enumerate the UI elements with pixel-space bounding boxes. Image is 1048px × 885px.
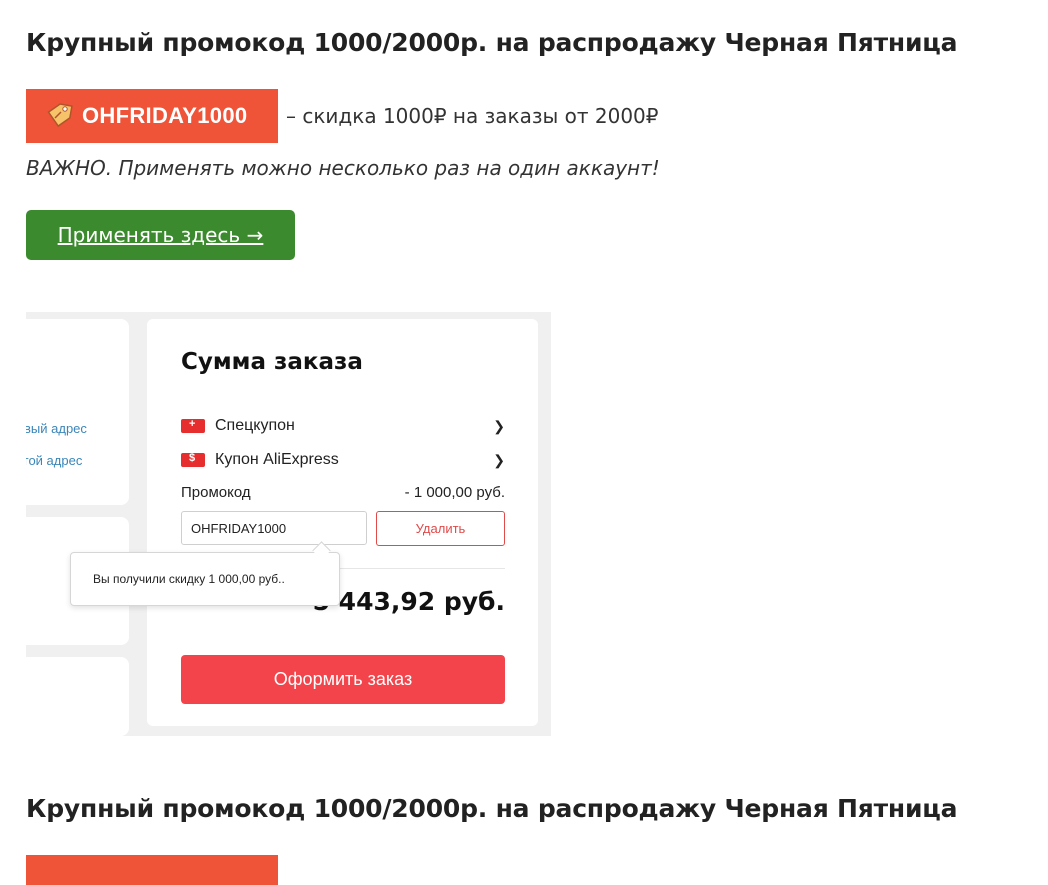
chevron-down-icon: ❯: [493, 451, 505, 468]
apply-here-button[interactable]: Применять здесь →: [26, 210, 295, 260]
promo-row: OHFRIDAY1000 – скидка 1000₽ на заказы от…: [26, 89, 659, 143]
promo-discount: - 1 000,00 руб.: [404, 484, 505, 501]
delete-promo-button[interactable]: Удалить: [376, 511, 505, 546]
order-total: 5 443,92 руб.: [312, 587, 505, 616]
article-heading-2: Крупный промокод 1000/2000р. на распрода…: [26, 794, 958, 823]
promo-description: – скидка 1000₽ на заказы от 2000₽: [286, 104, 659, 128]
address-card: [26, 319, 129, 505]
promo-label: Промокод: [181, 484, 251, 501]
coupon-label: Купон AliExpress: [215, 451, 339, 468]
promo-row-label: Промокод - 1 000,00 руб.: [181, 484, 505, 501]
promo-code-badge-2[interactable]: [26, 855, 278, 885]
price-tag-icon: [47, 103, 73, 128]
special-coupon-icon: +: [181, 418, 205, 433]
place-order-button[interactable]: Оформить заказ: [181, 655, 505, 704]
coupon-row-aliexpress[interactable]: $ Купон AliExpress ❯: [181, 449, 505, 471]
coupon-label: Спецкупон: [215, 417, 295, 434]
order-summary-title: Сумма заказа: [181, 349, 363, 375]
promo-code-text: OHFRIDAY1000: [82, 103, 248, 128]
promo-code-badge[interactable]: OHFRIDAY1000: [26, 89, 278, 143]
coupon-row-special[interactable]: + Спецкупон ❯: [181, 415, 505, 437]
other-address-link[interactable]: гой адрес: [26, 453, 82, 468]
order-summary-card: Сумма заказа + Спецкупон ❯ $ Купон AliEx…: [147, 319, 538, 726]
left-card: [26, 657, 129, 736]
checkout-screenshot: вый адрес гой адрес Сумма заказа + Спецк…: [26, 312, 551, 736]
important-note: ВАЖНО. Применять можно несколько раз на …: [26, 156, 660, 180]
article-heading: Крупный промокод 1000/2000р. на распрода…: [26, 28, 958, 57]
new-address-link[interactable]: вый адрес: [26, 421, 87, 436]
promo-code-input[interactable]: OHFRIDAY1000: [181, 511, 367, 545]
aliexpress-coupon-icon: $: [181, 452, 205, 467]
chevron-down-icon: ❯: [493, 417, 505, 434]
discount-tooltip: Вы получили скидку 1 000,00 руб..: [70, 552, 340, 606]
